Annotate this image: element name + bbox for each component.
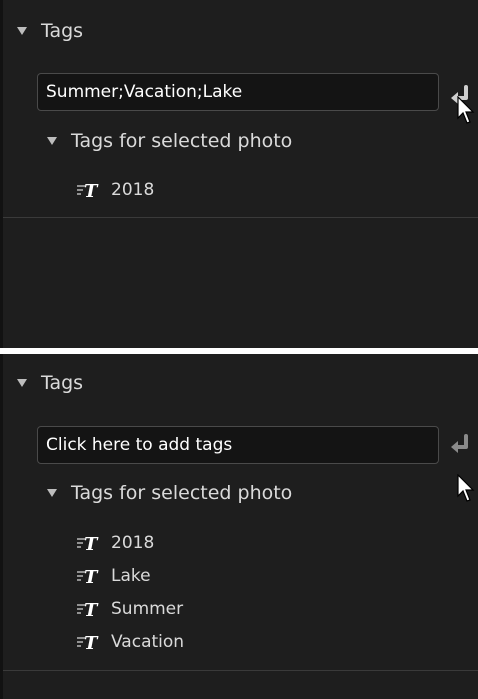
tags-section-header[interactable]: Tags <box>17 372 83 394</box>
tag-text-icon: T <box>77 181 99 200</box>
tag-item[interactable]: T Summer <box>77 592 184 625</box>
tags-for-selected-header[interactable]: Tags for selected photo <box>47 130 292 152</box>
caret-down-icon <box>17 379 27 387</box>
mouse-pointer-icon <box>457 96 475 124</box>
tag-text-icon: T <box>77 600 99 619</box>
tags-panel-before: Tags Tags for selected photo T 2018 <box>0 0 478 348</box>
tag-text-icon: T <box>77 633 99 652</box>
mouse-pointer-icon <box>457 474 475 502</box>
tag-label: Summer <box>111 598 184 619</box>
section-divider <box>3 217 478 218</box>
caret-down-icon <box>47 137 57 145</box>
tag-item[interactable]: T Lake <box>77 559 184 592</box>
tag-item[interactable]: T 2018 <box>77 526 184 559</box>
tag-label: 2018 <box>111 532 155 553</box>
tag-text-icon: T <box>77 534 99 553</box>
svg-text:T: T <box>84 633 99 652</box>
add-tags-input[interactable] <box>37 426 439 464</box>
selected-photo-tag-list: T 2018 T Lake T Summer T Vacation <box>77 526 184 658</box>
caret-down-icon <box>47 489 57 497</box>
tag-label: Lake <box>111 565 151 586</box>
tags-panel-after: Tags Tags for selected photo T 2018 T <box>0 354 478 699</box>
tag-label: Vacation <box>111 631 185 652</box>
section-divider <box>3 670 478 671</box>
add-tags-input[interactable] <box>37 73 439 111</box>
tag-label: 2018 <box>111 179 155 200</box>
svg-text:T: T <box>84 534 99 553</box>
tags-section-title: Tags <box>41 372 84 394</box>
tags-for-selected-title: Tags for selected photo <box>71 482 293 504</box>
tags-section-title: Tags <box>41 20 84 42</box>
svg-text:T: T <box>84 600 99 619</box>
selected-photo-tag-list: T 2018 <box>77 173 154 206</box>
tags-for-selected-header[interactable]: Tags for selected photo <box>47 482 292 504</box>
svg-text:T: T <box>84 181 99 200</box>
tag-text-icon: T <box>77 567 99 586</box>
svg-text:T: T <box>84 567 99 586</box>
caret-down-icon <box>17 27 27 35</box>
tags-section-header[interactable]: Tags <box>17 20 83 42</box>
tag-item[interactable]: T 2018 <box>77 173 154 206</box>
enter-return-icon[interactable] <box>447 432 473 458</box>
tags-for-selected-title: Tags for selected photo <box>71 130 293 152</box>
tag-item[interactable]: T Vacation <box>77 625 184 658</box>
